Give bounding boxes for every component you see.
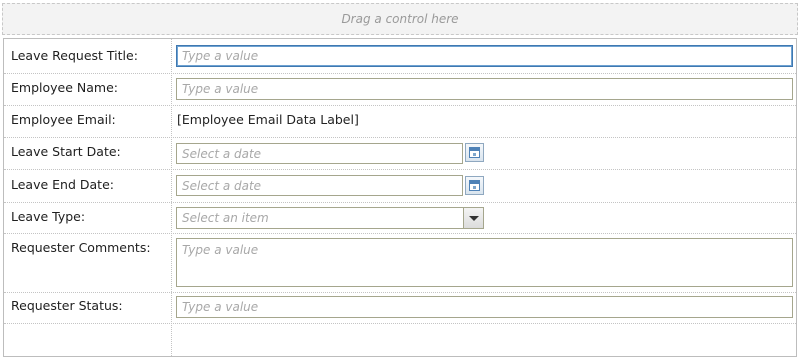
row-divider (4, 323, 796, 324)
calendar-icon (469, 147, 480, 158)
requester-comments-textarea[interactable]: Type a value (176, 238, 793, 287)
employee-name-label: Employee Name: (11, 80, 118, 95)
leave-start-date-calendar-button[interactable] (465, 143, 484, 162)
row-divider (4, 202, 796, 203)
row-divider (4, 169, 796, 170)
row-divider (4, 105, 796, 106)
drop-zone-text: Drag a control here (341, 12, 459, 26)
leave-request-title-label: Leave Request Title: (11, 48, 138, 63)
leave-end-date-label: Leave End Date: (11, 177, 114, 192)
drag-control-drop-zone[interactable]: Drag a control here (2, 3, 798, 35)
calendar-icon (469, 180, 480, 191)
leave-end-date-placeholder: Select a date (182, 178, 262, 193)
requester-status-input[interactable]: Type a value (176, 296, 793, 318)
row-divider (4, 137, 796, 138)
leave-type-dropdown-button[interactable] (463, 208, 483, 228)
column-divider (171, 39, 172, 356)
requester-comments-label: Requester Comments: (11, 240, 151, 255)
leave-start-date-label: Leave Start Date: (11, 144, 121, 159)
leave-request-title-input[interactable]: Type a value (176, 45, 793, 67)
leave-type-label: Leave Type: (11, 209, 86, 224)
requester-comments-placeholder: Type a value (182, 243, 259, 257)
chevron-down-icon (468, 215, 479, 221)
row-divider (4, 233, 796, 234)
form-layout-table: Leave Request Title: Type a value Employ… (3, 38, 797, 357)
employee-email-label: Employee Email: (11, 112, 116, 127)
employee-name-placeholder: Type a value (182, 82, 259, 96)
row-divider (4, 292, 796, 293)
requester-status-label: Requester Status: (11, 298, 123, 313)
requester-status-placeholder: Type a value (182, 300, 259, 314)
leave-type-dropdown[interactable]: Select an item (176, 207, 484, 229)
employee-email-data-label: [Employee Email Data Label] (177, 112, 359, 127)
leave-end-date-picker[interactable]: Select a date (176, 175, 463, 196)
employee-name-input[interactable]: Type a value (176, 78, 793, 100)
leave-start-date-placeholder: Select a date (182, 146, 262, 161)
row-divider (4, 73, 796, 74)
leave-end-date-calendar-button[interactable] (465, 176, 484, 195)
leave-request-title-placeholder: Type a value (182, 49, 259, 63)
leave-type-placeholder: Select an item (182, 211, 269, 225)
leave-start-date-picker[interactable]: Select a date (176, 143, 463, 164)
